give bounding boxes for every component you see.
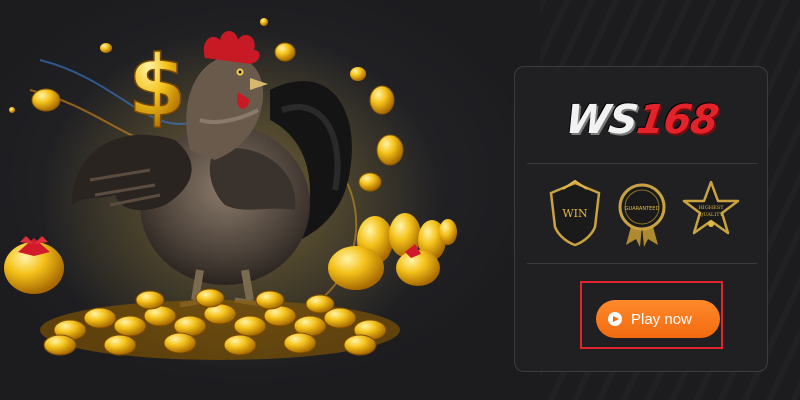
logo-number: 168 — [633, 97, 721, 143]
divider-bottom — [527, 263, 757, 264]
trust-badges: WIN GUARANTEED HIGHEST QUALITY — [515, 179, 769, 249]
page-background: $ WS168 WIN GUARANTEED HIGHEST QUALITY P… — [0, 0, 800, 400]
play-icon — [608, 312, 622, 326]
svg-text:$: $ — [128, 37, 186, 135]
guaranteed-badge-text: GUARANTEED — [625, 206, 660, 212]
logo-letters: WS — [563, 97, 641, 143]
ws168-logo: WS168 — [515, 85, 769, 155]
play-now-button[interactable]: Play now — [596, 300, 720, 338]
highest-quality-star-badge-icon: HIGHEST QUALITY — [682, 180, 740, 235]
divider-top — [527, 163, 757, 164]
logo-text: WS168 — [563, 97, 721, 143]
win-badge-text: WIN — [562, 207, 588, 220]
dollar-sign-icon: $ — [127, 36, 187, 136]
quality-badge-line2: QUALITY — [699, 212, 723, 218]
win-shield-badge-icon: WIN — [549, 179, 601, 247]
rooster-gold-coins-illustration: $ — [4, 18, 457, 370]
guaranteed-seal-badge-icon: GUARANTEED — [618, 183, 666, 247]
quality-badge-line1: HIGHEST — [698, 205, 724, 211]
play-now-label: Play now — [631, 310, 692, 328]
